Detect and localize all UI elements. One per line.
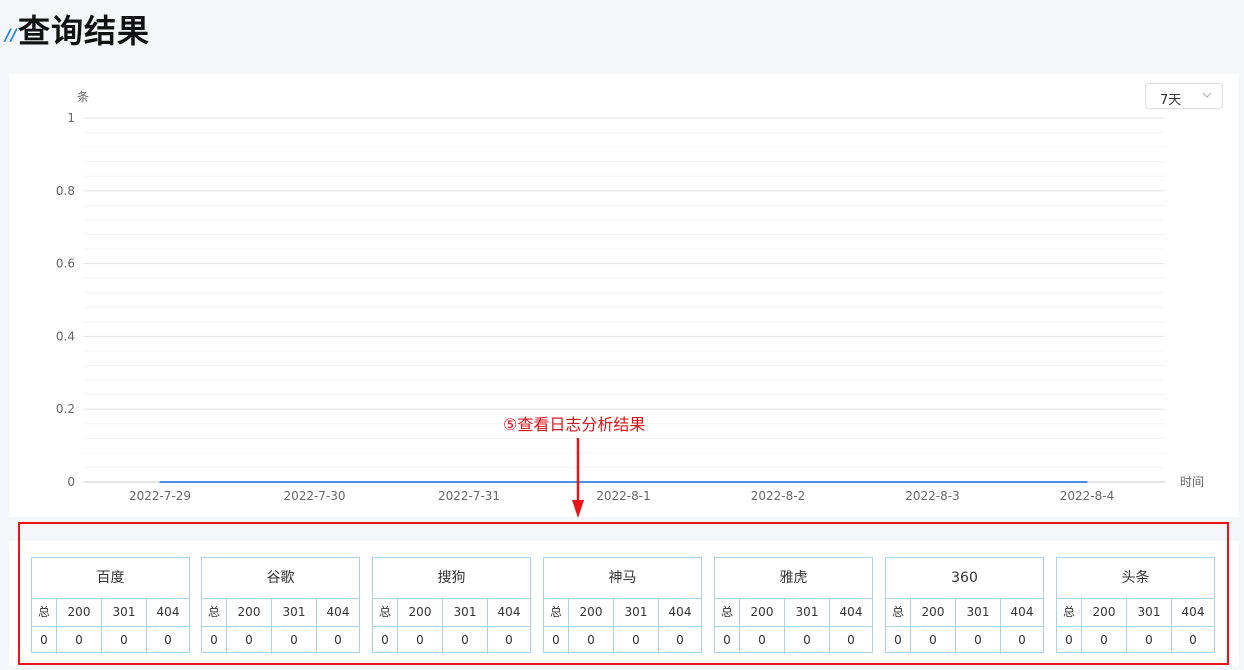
- y-axis-label: 条: [77, 90, 89, 104]
- x-tick-label: 2022-7-29: [129, 489, 191, 503]
- page-header: // 查询结果: [0, 0, 1244, 62]
- y-tick-label: 0.6: [56, 257, 75, 271]
- x-tick-label: 2022-8-1: [596, 489, 650, 503]
- data-point: [159, 481, 161, 483]
- x-tick-label: 2022-7-31: [438, 489, 500, 503]
- y-tick-label: 0.8: [56, 184, 75, 198]
- range-select-value: 7天: [1160, 93, 1182, 108]
- data-point: [622, 481, 625, 483]
- data-point: [1086, 481, 1088, 483]
- y-tick-label: 0: [67, 475, 75, 489]
- data-point: [931, 481, 934, 483]
- data-point: [777, 481, 779, 483]
- annotation-text: ⑤查看日志分析结果: [503, 415, 646, 434]
- y-tick-label: 0.2: [56, 402, 75, 416]
- line-chart: 0 0.2 0.4 0.6 0.8 1条时间 2022-7-29 2022-7-30 2022-…: [56, 90, 1204, 503]
- x-tick-label: 2022-8-4: [1060, 489, 1114, 503]
- annotation-highlight-box: [18, 522, 1229, 665]
- annotation-arrow-icon: [572, 438, 584, 518]
- page-title: 查询结果: [18, 12, 151, 50]
- x-tick-label: 2022-8-2: [751, 489, 805, 503]
- chart-card: 0 0.2 0.4 0.6 0.8 1 条时间 2022-7-29 2022-7-30 2022-…: [9, 74, 1239, 517]
- range-select[interactable]: 7天: [1145, 83, 1223, 109]
- y-tick-label: 0.4: [56, 329, 75, 343]
- y-tick-label: 1: [67, 111, 75, 125]
- title-mark-icon: //: [5, 25, 17, 44]
- x-tick-label: 2022-7-30: [283, 489, 345, 503]
- data-point: [468, 481, 470, 483]
- x-tick-label: 2022-8-3: [905, 489, 959, 503]
- chevron-down-icon: [1202, 92, 1212, 98]
- x-axis-label: 时间: [1180, 475, 1204, 489]
- data-point: [313, 481, 316, 483]
